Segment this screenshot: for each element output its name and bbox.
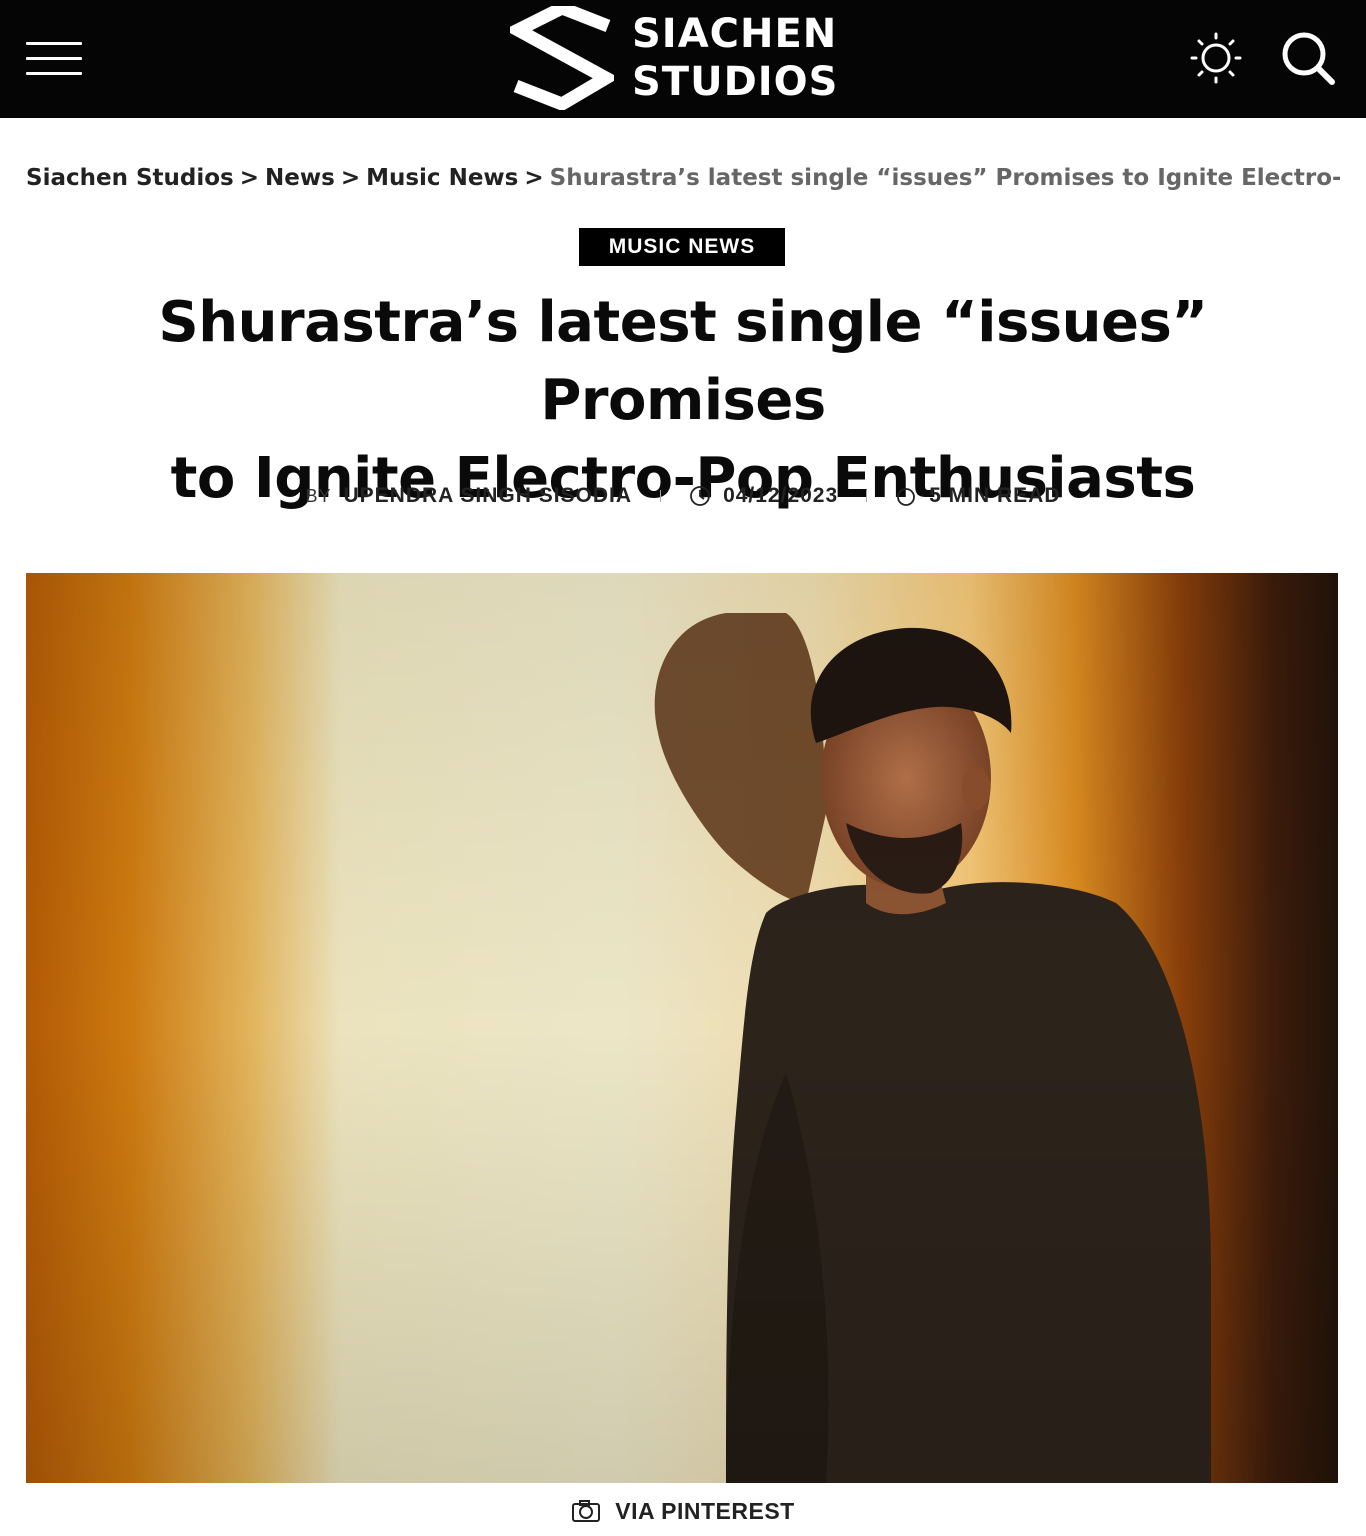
logo-line-1: SIACHEN	[632, 11, 838, 57]
breadcrumb-separator: >	[340, 165, 361, 191]
breadcrumb-separator: >	[524, 165, 544, 191]
article-title-line-1: Shurastra’s latest single “issues” Promi…	[158, 290, 1208, 433]
site-header: SIACHEN STUDIOS	[0, 0, 1366, 118]
publish-date: 04/12/2023	[689, 484, 838, 508]
meta-divider	[660, 490, 662, 502]
siachen-logo-icon	[510, 6, 614, 110]
read-time-text: 5 MIN READ	[929, 484, 1061, 507]
publish-date-text: 04/12/2023	[723, 484, 839, 507]
meta-divider	[866, 490, 868, 502]
author-link[interactable]: UPENDRA SINGH SISODIA	[343, 484, 632, 508]
by-label: BY	[305, 485, 332, 506]
breadcrumb-music-news[interactable]: Music News	[366, 165, 518, 191]
logo-line-2: STUDIOS	[632, 59, 839, 105]
photo-of-man-looking-down	[26, 573, 1338, 1483]
breadcrumb: Siachen Studios > News > Music News > Shurastr…	[26, 162, 1340, 194]
image-credit: VIA PINTEREST	[0, 1494, 1366, 1528]
breadcrumb-news[interactable]: News	[265, 165, 335, 191]
image-credit-text: VIA PINTEREST	[615, 1497, 795, 1524]
circle-icon	[897, 488, 916, 506]
search-icon[interactable]	[1280, 30, 1336, 86]
breadcrumb-home[interactable]: Siachen Studios	[26, 165, 234, 191]
sun-icon[interactable]	[1190, 32, 1242, 84]
hamburger-menu-icon[interactable]	[26, 42, 82, 76]
article-meta: BY UPENDRA SINGH SISODIA 04/12/2023 5 MI…	[0, 480, 1366, 512]
site-logo[interactable]: SIACHEN STUDIOS	[510, 6, 860, 110]
category-badge[interactable]: MUSIC NEWS	[579, 228, 785, 266]
clock-icon	[690, 486, 710, 506]
camera-icon	[572, 1500, 601, 1522]
read-time: 5 MIN READ	[895, 484, 1060, 508]
featured-image	[26, 573, 1338, 1483]
breadcrumb-separator: >	[239, 165, 260, 191]
breadcrumb-current: Shurastra’s latest single “issues” Promi…	[549, 165, 1340, 191]
